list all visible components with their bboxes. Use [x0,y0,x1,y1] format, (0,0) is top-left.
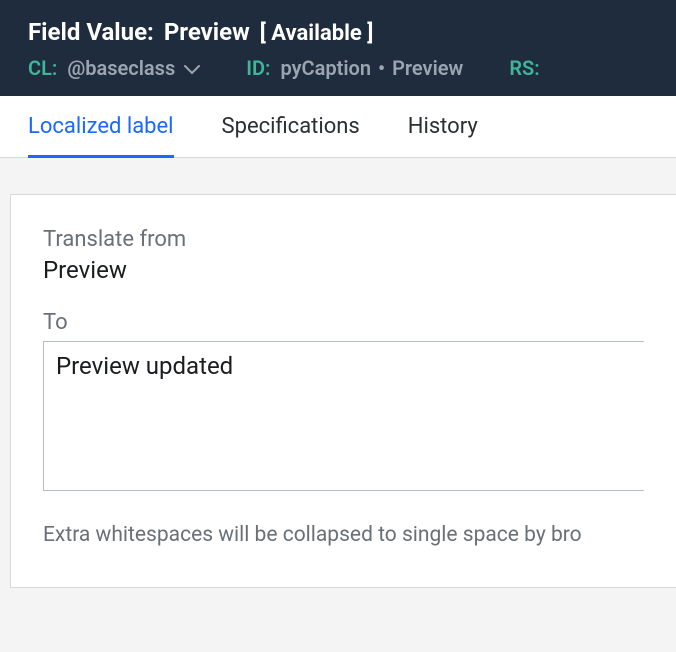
header-title-value: Preview [164,18,250,46]
to-textarea[interactable] [43,341,644,491]
page-header: Field Value: Preview [ Available ] CL: @… [0,0,676,96]
tab-history[interactable]: History [408,96,478,158]
header-title-label: Field Value: [28,18,154,46]
meta-id-key: ID: [246,56,270,80]
meta-cl-key: CL: [28,56,57,80]
meta-id-part2: Preview [392,56,463,80]
translate-from-value: Preview [43,256,644,284]
help-text: Extra whitespaces will be collapsed to s… [43,523,644,547]
header-status-badge: [ Available ] [260,21,374,46]
tab-specifications[interactable]: Specifications [222,96,360,158]
header-title-row: Field Value: Preview [ Available ] [28,18,648,46]
meta-cl-value[interactable]: @baseclass [67,56,200,80]
meta-id-sep: • [378,56,385,80]
translate-from-label: Translate from [43,227,644,252]
meta-rs-key: RS: [509,56,539,80]
meta-id-value: pyCaption • Preview [280,56,463,80]
form-card: Translate from Preview To Extra whitespa… [10,194,676,588]
meta-cl-text: @baseclass [67,56,175,80]
tab-localized-label[interactable]: Localized label [28,96,174,158]
tabs-bar: Localized label Specifications History [0,96,676,158]
header-meta-row: CL: @baseclass ID: pyCaption • Preview R… [28,56,648,80]
to-label: To [43,310,644,335]
chevron-down-icon [184,56,200,80]
content-area: Translate from Preview To Extra whitespa… [0,158,676,588]
meta-id-part1: pyCaption [280,56,371,80]
